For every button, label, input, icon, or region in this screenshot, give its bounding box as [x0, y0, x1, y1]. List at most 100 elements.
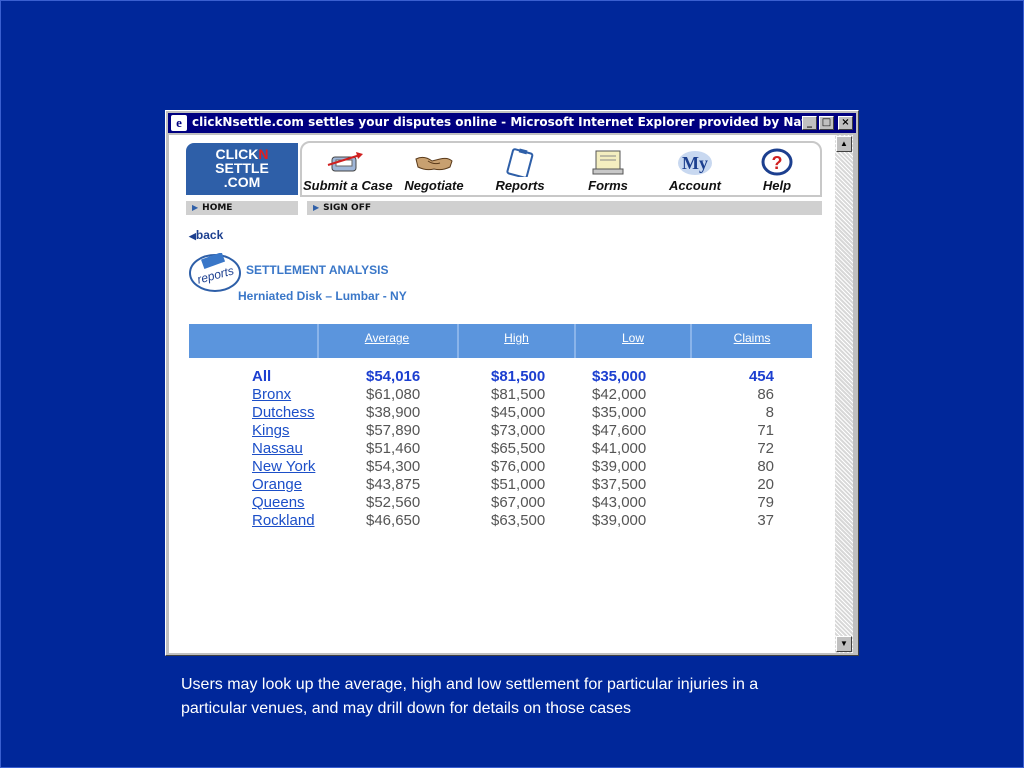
- column-header-average[interactable]: Average: [317, 324, 457, 358]
- sign-off-link[interactable]: ▶ SIGN OFF: [307, 201, 822, 215]
- page-title: SETTLEMENT ANALYSIS: [246, 263, 389, 277]
- average-value: $38,900: [366, 404, 421, 421]
- venue-link[interactable]: Kings: [252, 422, 290, 439]
- title-bar[interactable]: e clickNsettle.com settles your disputes…: [168, 113, 856, 133]
- average-value: $52,560: [366, 494, 421, 511]
- low-value: $39,000: [592, 458, 647, 475]
- table-row: Orange $43,875 $51,000 $37,500 20: [169, 476, 835, 494]
- high-value: $73,000: [491, 422, 546, 439]
- nav-label: Submit a Case: [303, 178, 393, 193]
- table-row: Nassau $51,460 $65,500 $41,000 72: [169, 440, 835, 458]
- low-value: $35,000: [592, 404, 647, 421]
- venue-link[interactable]: Queens: [252, 494, 305, 511]
- claims-value: 71: [757, 422, 774, 439]
- table-row-total: All $54,016 $81,500 $35,000 454: [169, 368, 835, 386]
- high-value: $67,000: [491, 494, 546, 511]
- average-value: $46,650: [366, 512, 421, 529]
- nav-label: Help: [762, 178, 792, 193]
- my-account-icon: My: [678, 151, 712, 175]
- slide-caption: Users may look up the average, high and …: [181, 676, 759, 717]
- claims-value: 37: [757, 512, 774, 529]
- table-row: Rockland $46,650 $63,500 $39,000 37: [169, 512, 835, 530]
- average-value: $43,875: [366, 476, 421, 493]
- table-row: Dutchess $38,900 $45,000 $35,000 8: [169, 404, 835, 422]
- high-value: $81,500: [491, 386, 546, 403]
- nav-help[interactable]: ? Help: [734, 145, 820, 195]
- nav-account[interactable]: My Account: [652, 145, 738, 195]
- low-value: $47,600: [592, 422, 647, 439]
- submit-case-icon: [327, 152, 363, 172]
- back-link[interactable]: ◀back: [189, 228, 223, 242]
- minimize-button[interactable]: _: [802, 116, 817, 130]
- average-value: $54,300: [366, 458, 421, 475]
- venue-link[interactable]: Orange: [252, 476, 302, 493]
- column-header-high[interactable]: High: [459, 324, 574, 358]
- claims-value: 86: [757, 386, 774, 403]
- page-subtitle: Herniated Disk – Lumbar - NY: [238, 289, 407, 303]
- back-label: back: [195, 228, 224, 242]
- nav-label: Reports: [495, 178, 545, 193]
- high-value: $65,500: [491, 440, 546, 457]
- venue-link[interactable]: Nassau: [252, 440, 303, 457]
- maximize-button[interactable]: □: [819, 116, 834, 130]
- high-value: $81,500: [491, 368, 546, 385]
- low-value: $42,000: [592, 386, 647, 403]
- reports-badge-icon: reports: [189, 253, 241, 292]
- average-value: $61,080: [366, 386, 421, 403]
- close-button[interactable]: ×: [838, 116, 853, 130]
- high-value: $45,000: [491, 404, 546, 421]
- claims-value: 72: [757, 440, 774, 457]
- nav-label: Negotiate: [404, 178, 464, 193]
- triangle-left-icon: ◀: [189, 231, 196, 241]
- claims-value: 8: [765, 404, 774, 421]
- venue-link[interactable]: Rockland: [252, 512, 315, 529]
- venue-link[interactable]: Bronx: [252, 386, 291, 403]
- nav-label: Account: [669, 178, 721, 193]
- scroll-up-arrow-icon[interactable]: ▲: [836, 136, 852, 152]
- svg-text:?: ?: [772, 153, 783, 173]
- nav-negotiate[interactable]: Negotiate: [391, 145, 477, 195]
- table-row: New York $54,300 $76,000 $39,000 80: [169, 458, 835, 476]
- home-link[interactable]: ▶ HOME: [186, 201, 298, 215]
- claims-value: 80: [757, 458, 774, 475]
- nav-reports[interactable]: Reports: [477, 145, 563, 195]
- forms-icon: [592, 150, 624, 175]
- vertical-scrollbar[interactable]: ▲ ▼: [835, 135, 853, 653]
- ie-icon: e: [171, 115, 187, 131]
- venue-link[interactable]: New York: [252, 458, 315, 475]
- nav-label: Forms: [588, 178, 628, 193]
- handshake-icon: [415, 156, 453, 171]
- table-header: Average High Low Claims: [189, 324, 812, 358]
- nav-forms[interactable]: Forms: [565, 145, 651, 195]
- table-row: Queens $52,560 $67,000 $43,000 79: [169, 494, 835, 512]
- high-value: $63,500: [491, 512, 546, 529]
- column-header-claims[interactable]: Claims: [692, 324, 812, 358]
- venue-link[interactable]: Dutchess: [252, 404, 315, 421]
- clipboard-icon: [506, 148, 534, 177]
- table-row: Kings $57,890 $73,000 $47,600 71: [169, 422, 835, 440]
- site-logo[interactable]: CLICKN SETTLE .COM: [186, 143, 298, 195]
- low-value: $41,000: [592, 440, 647, 457]
- claims-value: 79: [757, 494, 774, 511]
- triangle-right-icon: ▶: [313, 203, 320, 212]
- average-value: $57,890: [366, 422, 421, 439]
- average-value: $51,460: [366, 440, 421, 457]
- venue-name: All: [252, 368, 272, 385]
- main-nav: Submit a Case Negotiate Reports Forms My…: [300, 141, 822, 197]
- logo-text-com: .COM: [223, 174, 261, 190]
- low-value: $37,500: [592, 476, 647, 493]
- column-header-low[interactable]: Low: [576, 324, 690, 358]
- svg-text:My: My: [682, 153, 708, 173]
- help-icon: ?: [761, 148, 793, 176]
- average-value: $54,016: [366, 368, 421, 385]
- high-value: $51,000: [491, 476, 546, 493]
- high-value: $76,000: [491, 458, 546, 475]
- low-value: $35,000: [592, 368, 647, 385]
- low-value: $39,000: [592, 512, 647, 529]
- scroll-down-arrow-icon[interactable]: ▼: [836, 636, 852, 652]
- triangle-right-icon: ▶: [192, 203, 199, 212]
- nav-submit-case[interactable]: Submit a Case: [303, 145, 393, 195]
- sign-off-label: SIGN OFF: [323, 203, 371, 213]
- claims-value: 20: [757, 476, 774, 493]
- low-value: $43,000: [592, 494, 647, 511]
